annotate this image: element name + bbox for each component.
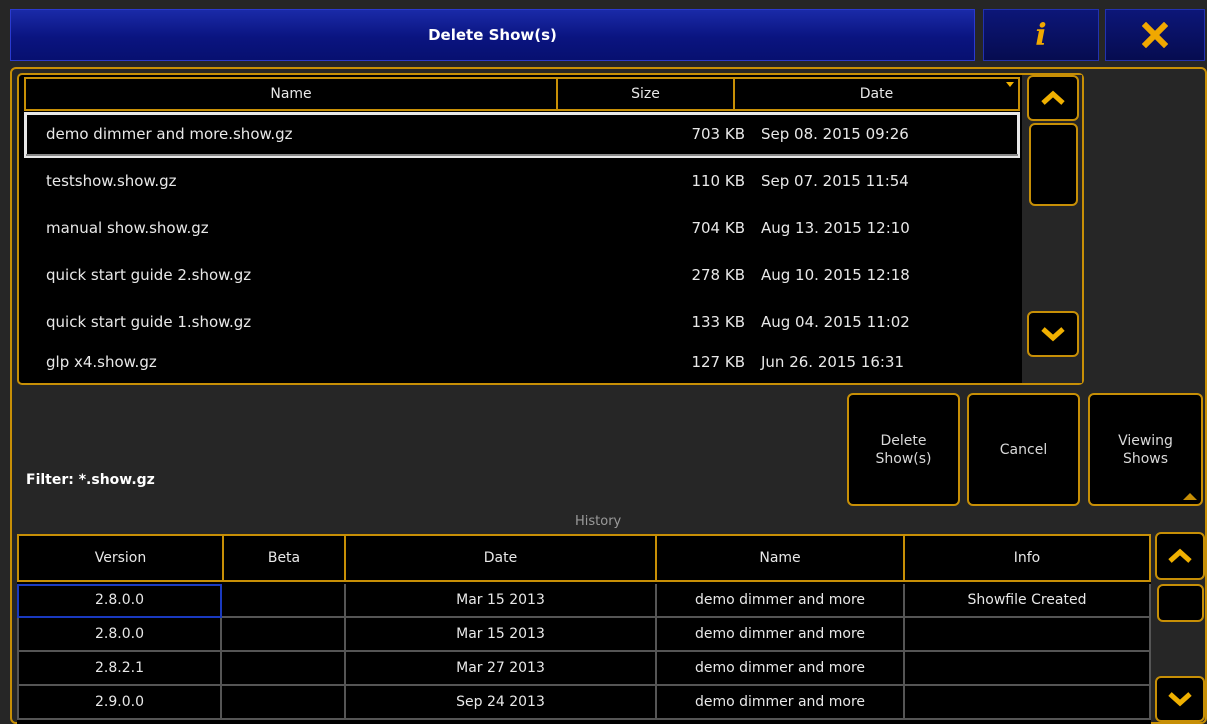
file-scroll-down-button[interactable] <box>1027 311 1079 357</box>
file-size: 703 KB <box>691 125 745 143</box>
file-row[interactable]: glp x4.show.gz 127 KB Jun 26. 2015 16:31 <box>24 340 1020 386</box>
history-cell-name: demo dimmer and more <box>657 584 905 618</box>
history-cell-version: 2.8.0.0 <box>17 584 222 618</box>
file-name: demo dimmer and more.show.gz <box>46 125 293 143</box>
file-size: 704 KB <box>691 219 745 237</box>
history-scroll-up-button[interactable] <box>1155 532 1205 580</box>
file-date: Sep 08. 2015 09:26 <box>761 125 909 143</box>
history-cell-date: Mar 15 2013 <box>346 584 657 618</box>
history-cell-date: Mar 15 2013 <box>346 618 657 652</box>
file-scroll-thumb[interactable] <box>1029 123 1078 206</box>
viewing-shows-label: Viewing Shows <box>1118 432 1173 468</box>
window-title-text: Delete Show(s) <box>428 26 557 44</box>
history-column-date-label: Date <box>483 550 518 566</box>
cancel-button[interactable]: Cancel <box>967 393 1080 506</box>
history-column-date[interactable]: Date <box>344 534 657 582</box>
close-x-icon <box>1142 22 1168 48</box>
history-cell-version: 2.9.0.0 <box>17 686 222 720</box>
chevron-down-icon <box>1168 692 1192 707</box>
history-cell-beta <box>222 652 346 686</box>
file-date: Sep 07. 2015 11:54 <box>761 172 909 190</box>
info-icon: i <box>1035 17 1047 53</box>
info-button[interactable]: i <box>983 9 1099 61</box>
history-column-info-label: Info <box>1013 550 1041 566</box>
delete-shows-button[interactable]: Delete Show(s) <box>847 393 960 506</box>
file-row[interactable]: demo dimmer and more.show.gz 703 KB Sep … <box>24 112 1020 158</box>
history-scroll-thumb[interactable] <box>1157 584 1204 622</box>
history-column-version-label: Version <box>94 550 147 566</box>
history-header: Version Beta Date Name Info <box>17 534 1151 582</box>
viewing-shows-label-line2: Shows <box>1122 450 1169 467</box>
file-size: 278 KB <box>691 266 745 284</box>
cancel-label: Cancel <box>999 441 1048 458</box>
history-column-beta-label: Beta <box>267 550 301 566</box>
file-row[interactable]: testshow.show.gz 110 KB Sep 07. 2015 11:… <box>24 159 1020 205</box>
history-column-info[interactable]: Info <box>903 534 1151 582</box>
file-name: testshow.show.gz <box>46 172 177 190</box>
history-column-name-label: Name <box>759 550 801 566</box>
history-cell-beta <box>222 584 346 618</box>
column-header-size[interactable]: Size <box>556 77 735 111</box>
file-row[interactable]: quick start guide 2.show.gz 278 KB Aug 1… <box>24 253 1020 299</box>
history-row[interactable]: 2.8.0.0 Mar 15 2013 demo dimmer and more… <box>17 584 1151 618</box>
history-cell-info <box>905 686 1151 720</box>
delete-shows-label: Delete Show(s) <box>876 432 932 468</box>
sort-indicator-icon <box>1006 82 1014 87</box>
chevron-up-icon <box>1041 90 1065 105</box>
file-date: Aug 13. 2015 12:10 <box>761 219 910 237</box>
history-cell-beta <box>222 618 346 652</box>
history-row[interactable]: 2.8.0.0 Mar 15 2013 demo dimmer and more <box>17 618 1151 652</box>
history-scroll-down-button[interactable] <box>1155 676 1205 722</box>
column-header-name[interactable]: Name <box>24 77 558 111</box>
history-cell-info <box>905 618 1151 652</box>
viewing-shows-label-line1: Viewing <box>1118 432 1173 449</box>
submenu-indicator-icon <box>1183 493 1197 500</box>
file-row[interactable]: manual show.show.gz 704 KB Aug 13. 2015 … <box>24 206 1020 252</box>
file-scroll-up-button[interactable] <box>1027 75 1079 121</box>
history-cell-version: 2.8.2.1 <box>17 652 222 686</box>
column-header-date-label: Date <box>859 86 894 102</box>
column-header-size-label: Size <box>631 86 660 102</box>
delete-shows-label-line2: Show(s) <box>875 450 932 467</box>
history-cell-version: 2.8.0.0 <box>17 618 222 652</box>
filter-label: Filter: *.show.gz <box>26 472 155 488</box>
column-header-name-label: Name <box>270 86 312 102</box>
history-cell-date: Sep 24 2013 <box>346 686 657 720</box>
file-name: manual show.show.gz <box>46 219 209 237</box>
delete-shows-label-line1: Delete <box>880 432 927 449</box>
file-list-header: Name Size Date <box>24 77 1020 111</box>
window-title: Delete Show(s) <box>10 9 975 61</box>
history-column-version[interactable]: Version <box>17 534 224 582</box>
chevron-down-icon <box>1041 327 1065 342</box>
file-size: 127 KB <box>691 353 745 371</box>
history-cell-info: Showfile Created <box>905 584 1151 618</box>
history-cell-name: demo dimmer and more <box>657 652 905 686</box>
history-column-beta[interactable]: Beta <box>222 534 346 582</box>
history-row[interactable]: 2.9.0.0 Sep 24 2013 demo dimmer and more <box>17 686 1151 720</box>
history-cell-beta <box>222 686 346 720</box>
history-cell-info <box>905 652 1151 686</box>
file-date: Aug 04. 2015 11:02 <box>761 313 910 331</box>
column-header-date[interactable]: Date <box>733 77 1020 111</box>
history-cell-name: demo dimmer and more <box>657 686 905 720</box>
history-label: History <box>575 514 622 529</box>
file-size: 110 KB <box>691 172 745 190</box>
history-column-name[interactable]: Name <box>655 534 905 582</box>
file-name: glp x4.show.gz <box>46 353 157 371</box>
file-date: Aug 10. 2015 12:18 <box>761 266 910 284</box>
history-row[interactable]: 2.8.2.1 Mar 27 2013 demo dimmer and more <box>17 652 1151 686</box>
history-cell-name: demo dimmer and more <box>657 618 905 652</box>
file-date: Jun 26. 2015 16:31 <box>761 353 904 371</box>
viewing-shows-button[interactable]: Viewing Shows <box>1088 393 1203 506</box>
close-button[interactable] <box>1105 9 1205 61</box>
history-cell-date: Mar 27 2013 <box>346 652 657 686</box>
chevron-up-icon <box>1168 548 1192 563</box>
file-name: quick start guide 2.show.gz <box>46 266 252 284</box>
file-size: 133 KB <box>691 313 745 331</box>
file-name: quick start guide 1.show.gz <box>46 313 252 331</box>
